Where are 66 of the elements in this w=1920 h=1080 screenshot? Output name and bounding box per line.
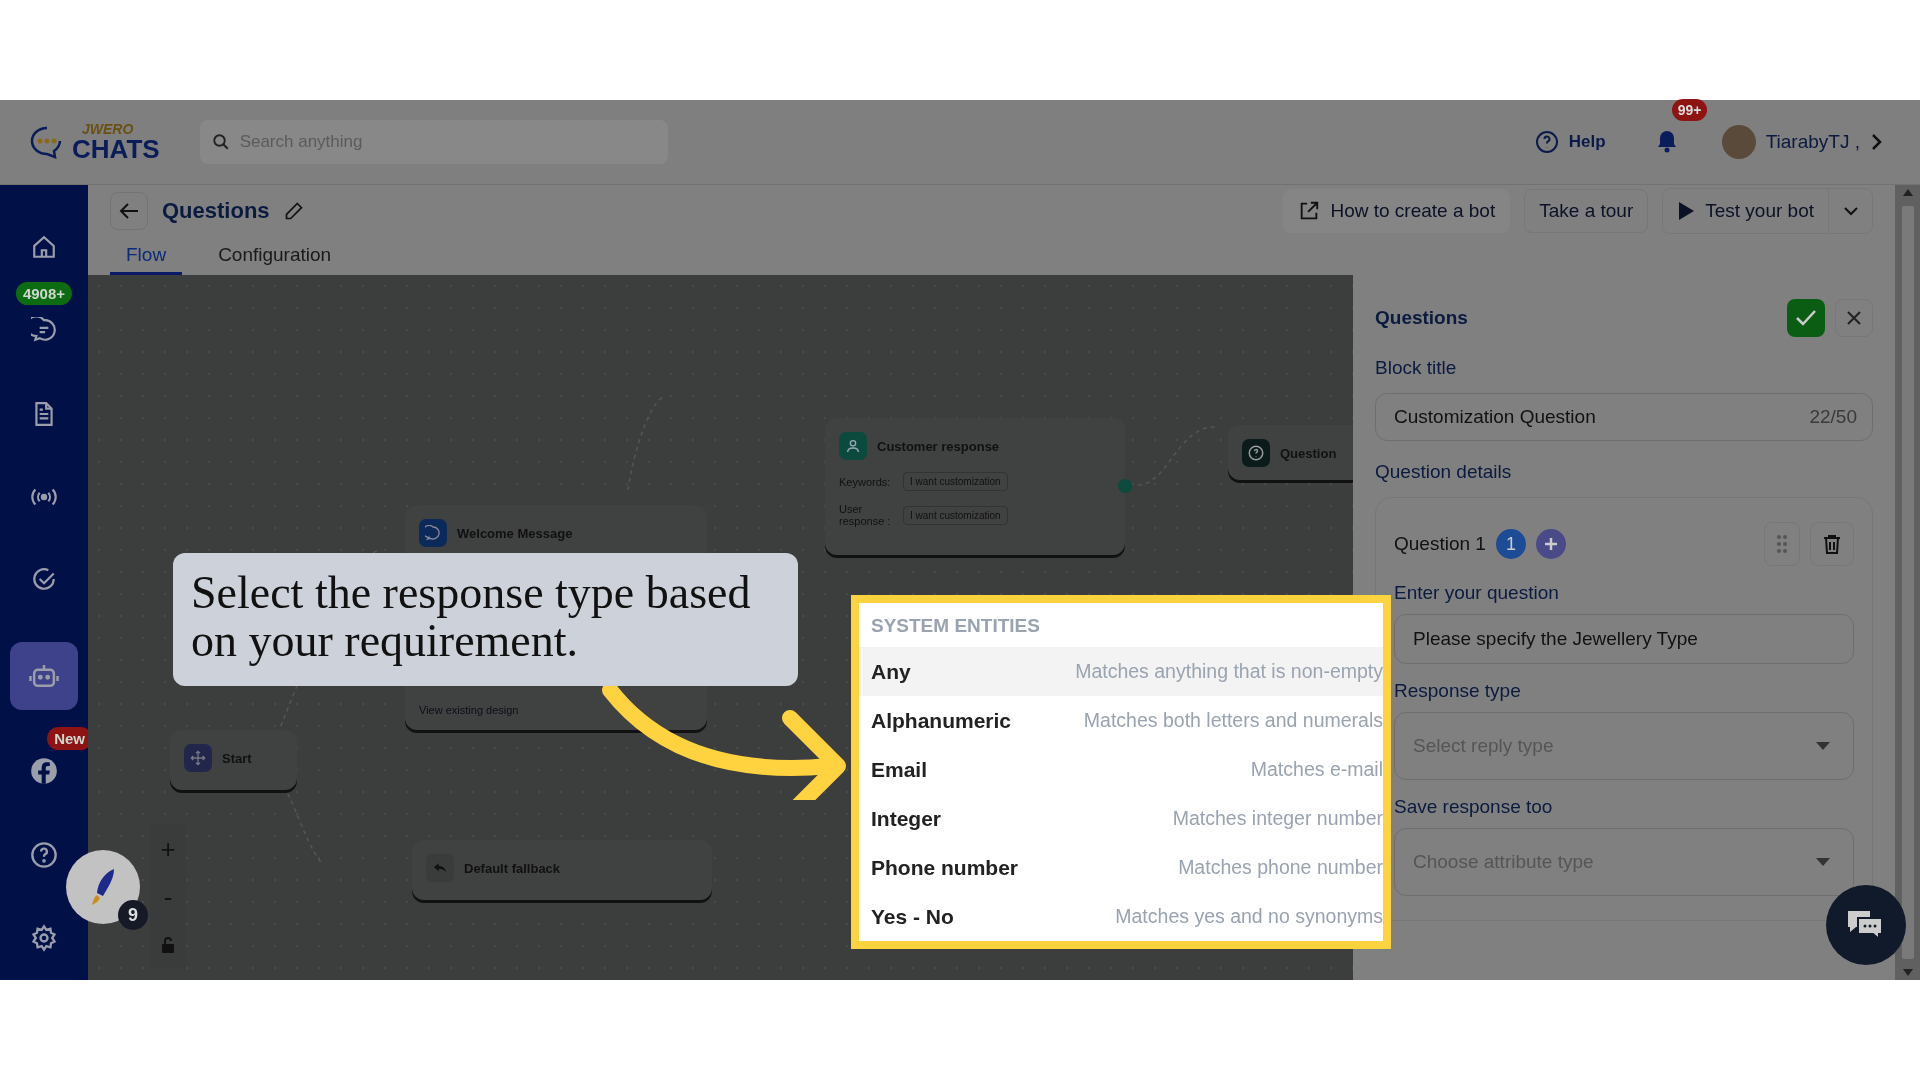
logo-subtitle: JWERO (81, 122, 135, 136)
scrollbar[interactable] (1895, 185, 1920, 980)
arrow-left-icon (119, 202, 139, 220)
back-button[interactable] (110, 192, 148, 230)
field-label: Enter your question (1394, 582, 1560, 604)
menu-item[interactable]: Alphanumeric Matches both letters and numerals (859, 696, 1383, 745)
bell-icon (1655, 128, 1678, 153)
field-label: Block title (1375, 357, 1458, 379)
count-badge: 4908+ (15, 282, 73, 306)
logo-title: CHATS (72, 136, 160, 162)
arrow-up-icon[interactable] (1902, 189, 1913, 196)
field-label: Save response too (1394, 796, 1554, 818)
speech-bubble-icon (419, 519, 447, 547)
menu-heading: SYSTEM ENTITIES (870, 614, 1041, 638)
tab[interactable]: Configuration (202, 237, 348, 275)
help-link[interactable]: Help (1528, 129, 1612, 155)
facebook-icon (30, 757, 58, 786)
section-heading: Question details (1375, 461, 1513, 483)
close-button[interactable] (1835, 299, 1873, 337)
sidebar-item[interactable] (10, 641, 78, 710)
checkmark-icon (1795, 309, 1817, 327)
help-icon (1534, 130, 1559, 154)
tutorial-tooltip: Select the response type based on your requirement. (173, 553, 798, 686)
page-title: Questions (162, 198, 270, 224)
chevron-down-icon (1842, 205, 1859, 216)
delete-button[interactable] (1810, 522, 1854, 566)
reply-icon (426, 854, 454, 882)
menu-item[interactable]: Any Matches anything that is non-empty (859, 647, 1383, 696)
menu-item[interactable]: Yes - No Matches yes and no synonyms (859, 892, 1383, 941)
settings-icon (30, 924, 58, 953)
field-label: Response type (1394, 680, 1522, 702)
menu-item[interactable]: Email Matches e-mail (859, 745, 1383, 794)
chevron-right-icon[interactable] (1870, 133, 1882, 151)
drag-handle[interactable] (1764, 522, 1800, 566)
question-icon (1242, 439, 1270, 467)
help-link-button[interactable]: How to create a bot (1283, 189, 1511, 233)
trash-icon (1823, 534, 1841, 554)
play-icon (1677, 201, 1696, 221)
person-icon (839, 432, 867, 460)
tour-button[interactable]: Take a tour (1524, 189, 1649, 233)
search-icon (211, 133, 230, 151)
caret-icon (1816, 858, 1830, 866)
home-icon (31, 233, 57, 260)
plus-icon (1543, 537, 1558, 551)
character-counter: 22/50 (1809, 406, 1857, 428)
drag-dots-icon (1776, 534, 1788, 554)
pencil-icon[interactable] (283, 201, 304, 221)
menu-item[interactable]: Phone number Matches phone number (859, 843, 1383, 892)
external-link-icon (1298, 200, 1321, 222)
close-icon (1846, 310, 1862, 326)
question-field[interactable]: Please specify the Jewellery Type (1394, 614, 1854, 664)
connection-handle[interactable] (1118, 479, 1132, 493)
help-icon (30, 840, 58, 869)
user-name: TiarabyTJ , (1765, 131, 1860, 153)
save-button[interactable] (1787, 299, 1825, 337)
caret-icon (1816, 742, 1830, 750)
panel-title: Questions (1375, 307, 1469, 329)
notification-count: 99+ (1671, 98, 1708, 121)
chat-icon (31, 317, 57, 344)
question-label: Question 1 (1394, 533, 1486, 555)
lock-icon (161, 937, 175, 953)
move-icon (184, 744, 212, 772)
add-button[interactable] (1535, 529, 1566, 559)
question-number: 1 (1495, 529, 1526, 559)
menu-item[interactable]: Integer Matches integer number (859, 794, 1383, 843)
arrow-down-icon[interactable] (1902, 969, 1913, 976)
